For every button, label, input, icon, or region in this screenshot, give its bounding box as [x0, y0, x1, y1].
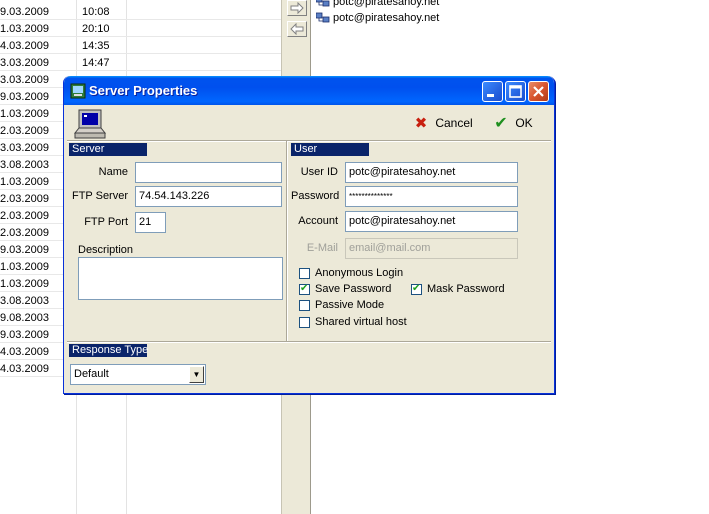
description-textarea[interactable] — [78, 257, 283, 300]
file-date: 4.03.2009 — [0, 40, 49, 52]
chevron-down-icon[interactable]: ▼ — [189, 366, 204, 383]
file-date: 3.08.2003 — [0, 159, 49, 171]
app-icon — [70, 83, 86, 99]
response-type-select[interactable]: Default ▼ — [70, 364, 206, 385]
dialog-title: Server Properties — [89, 83, 198, 98]
passive-mode-checkbox[interactable] — [299, 300, 310, 311]
server-list-item[interactable]: potc@piratesahoy.net — [315, 12, 440, 28]
file-date: 1.03.2009 — [0, 176, 49, 188]
cancel-x-icon: ✖ — [414, 114, 428, 132]
password-input[interactable]: ************** — [345, 186, 518, 207]
cancel-label: Cancel — [435, 116, 473, 130]
cancel-button[interactable]: ✖ Cancel — [413, 112, 473, 134]
computer-icon — [73, 109, 107, 139]
shared-virtual-host-checkbox[interactable] — [299, 317, 310, 328]
file-row[interactable]: 4.03.2009 14:35 — [0, 37, 281, 54]
file-date: 2.03.2009 — [0, 210, 49, 222]
file-date: 9.03.2009 — [0, 91, 49, 103]
passive-mode-label: Passive Mode — [315, 299, 385, 311]
file-date: 9.08.2003 — [0, 312, 49, 324]
file-date: 1.03.2009 — [0, 261, 49, 273]
close-button[interactable] — [528, 81, 549, 102]
close-icon — [533, 86, 544, 97]
file-date: 1.03.2009 — [0, 23, 49, 35]
file-date: 4.03.2009 — [0, 346, 49, 358]
response-type-value: Default — [74, 368, 109, 380]
ftp-server-label: FTP Server — [71, 190, 128, 202]
toolbar-divider — [67, 140, 551, 142]
mask-password-checkbox[interactable] — [411, 282, 422, 296]
save-password-checkbox[interactable] — [299, 282, 310, 296]
email-input: email@mail.com — [345, 238, 518, 259]
group-divider — [286, 141, 288, 341]
description-label: Description — [78, 244, 134, 256]
save-password-label: Save Password — [315, 283, 392, 295]
checkmark-icon: ✔ — [494, 114, 508, 132]
file-date: 1.03.2009 — [0, 108, 49, 120]
ftp-server-input[interactable]: 74.54.143.226 — [135, 186, 282, 207]
file-date: 3.03.2009 — [0, 74, 49, 86]
file-date: 9.03.2009 — [0, 244, 49, 256]
ok-label: OK — [515, 116, 533, 130]
file-date: 2.03.2009 — [0, 193, 49, 205]
maximize-icon — [509, 85, 522, 98]
file-date: 3.03.2009 — [0, 142, 49, 154]
file-date: 3.08.2003 — [0, 295, 49, 307]
shared-virtual-host-label: Shared virtual host — [315, 316, 407, 328]
user-id-input[interactable]: potc@piratesahoy.net — [345, 162, 518, 183]
file-row[interactable]: 9.03.2009 10:08 — [0, 3, 281, 20]
file-date: 2.03.2009 — [0, 125, 49, 137]
upload-arrow-button[interactable] — [287, 0, 307, 16]
file-time: 10:08 — [82, 6, 110, 18]
account-input[interactable]: potc@piratesahoy.net — [345, 211, 518, 232]
file-time: 14:35 — [82, 40, 110, 52]
file-row[interactable]: 3.03.2009 14:47 — [0, 54, 281, 71]
server-icon — [315, 12, 330, 24]
response-type-header: Response Type — [69, 344, 148, 357]
file-date: 2.03.2009 — [0, 227, 49, 239]
minimize-icon — [487, 94, 494, 97]
server-properties-dialog: Server Properties ✖ Cancel ✔ OK Server N… — [63, 76, 555, 394]
file-row[interactable]: 1.03.2009 20:10 — [0, 20, 281, 37]
server-icon — [315, 0, 330, 8]
file-date: 9.03.2009 — [0, 6, 49, 18]
name-label: Name — [98, 166, 128, 178]
dialog-body: ✖ Cancel ✔ OK Server Name FTP Server 74.… — [67, 105, 551, 391]
server-group-header: Server — [69, 143, 147, 156]
file-date: 3.03.2009 — [0, 57, 49, 69]
anonymous-login-checkbox[interactable] — [299, 268, 310, 279]
file-date: 1.03.2009 — [0, 278, 49, 290]
account-label: Account — [298, 215, 338, 227]
server-list-label: potc@piratesahoy.net — [333, 0, 440, 9]
server-list-item[interactable]: potc@piratesahoy.net — [315, 0, 440, 12]
download-arrow-button[interactable] — [287, 21, 307, 37]
file-time: 14:47 — [82, 57, 110, 69]
server-name-input[interactable] — [135, 162, 282, 183]
file-time: 20:10 — [82, 23, 110, 35]
file-date: 4.03.2009 — [0, 363, 49, 375]
user-id-label: User ID — [300, 166, 338, 178]
dialog-titlebar[interactable]: Server Properties — [64, 76, 554, 105]
user-group-header: User — [291, 143, 369, 156]
email-label: E-Mail — [306, 242, 338, 254]
response-divider — [67, 341, 551, 343]
ftp-port-input[interactable]: 21 — [135, 212, 166, 233]
password-label: Password — [291, 190, 340, 202]
mask-password-label: Mask Password — [427, 283, 505, 295]
arrow-left-icon — [290, 23, 304, 35]
ok-button[interactable]: ✔ OK — [493, 112, 533, 134]
minimize-button[interactable] — [482, 81, 503, 102]
file-date: 9.03.2009 — [0, 329, 49, 341]
anonymous-login-label: Anonymous Login — [315, 267, 404, 279]
arrow-right-icon — [290, 2, 304, 14]
server-list-label: potc@piratesahoy.net — [333, 12, 440, 25]
maximize-button[interactable] — [505, 81, 526, 102]
ftp-port-label: FTP Port — [84, 216, 128, 228]
